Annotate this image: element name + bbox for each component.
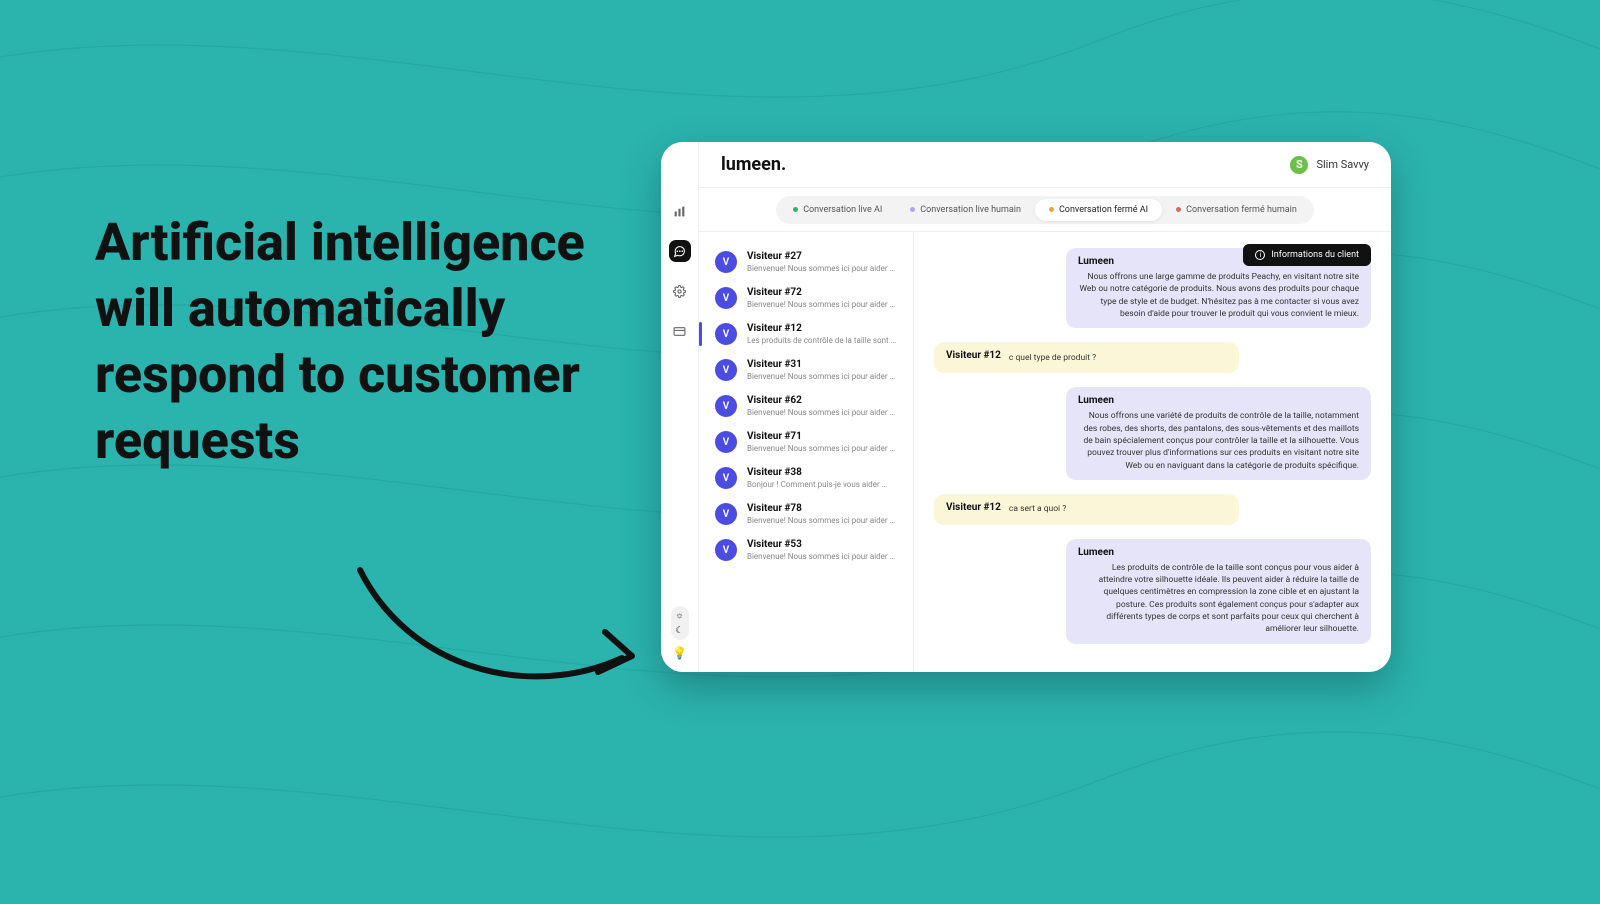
tab-label: Conversation fermé AI — [1059, 205, 1148, 215]
conversation-item[interactable]: V Visiteur #31 Bienvenue! Nous sommes ici … — [699, 352, 913, 388]
chat-panel: i Informations du client Lumeen Nous offr… — [914, 232, 1391, 672]
conversation-title: Visiteur #38 — [747, 467, 897, 478]
conversation-title: Visiteur #72 — [747, 287, 897, 298]
info-icon: i — [1255, 250, 1265, 260]
conversation-item[interactable]: V Visiteur #71 Bienvenue! Nous sommes ici … — [699, 424, 913, 460]
message-body: Nous offrons une variété de produits de … — [1078, 410, 1359, 472]
analytics-icon[interactable] — [669, 200, 691, 222]
conversation-title: Visiteur #71 — [747, 431, 897, 442]
user-message: Visiteur #12 c quel type de produit ? — [934, 342, 1239, 373]
client-info-label: Informations du client — [1271, 250, 1359, 260]
message-sender: Lumeen — [1078, 395, 1359, 406]
visitor-avatar: V — [715, 539, 737, 561]
conversation-title: Visiteur #78 — [747, 503, 897, 514]
visitor-avatar: V — [715, 287, 737, 309]
brand-logo: lumeen. — [721, 154, 786, 175]
visitor-avatar: V — [715, 431, 737, 453]
tab-3[interactable]: Conversation fermé humain — [1162, 199, 1311, 221]
status-dot — [793, 207, 798, 212]
message-body: Les produits de contrôle de la taille so… — [1078, 562, 1359, 636]
status-dot — [1049, 207, 1054, 212]
conversation-title: Visiteur #12 — [747, 323, 897, 334]
card-icon[interactable] — [669, 320, 691, 342]
conversation-item[interactable]: V Visiteur #12 Les produits de contrôle de… — [699, 316, 913, 352]
conversation-preview: Les produits de contrôle de la taille so… — [747, 336, 897, 345]
conversation-list[interactable]: V Visiteur #27 Bienvenue! Nous sommes ici … — [699, 232, 914, 672]
conversation-item[interactable]: V Visiteur #27 Bienvenue! Nous sommes ici … — [699, 244, 913, 280]
visitor-avatar: V — [715, 359, 737, 381]
theme-toggle[interactable]: ☼ ☾ — [671, 606, 689, 640]
user-name: Slim Savvy — [1316, 158, 1369, 171]
bot-message: Lumeen Les produits de contrôle de la tai… — [1066, 539, 1371, 644]
conversation-preview: Bienvenue! Nous sommes ici pour aider … — [747, 552, 897, 561]
conversation-title: Visiteur #31 — [747, 359, 897, 370]
conversation-item[interactable]: V Visiteur #62 Bienvenue! Nous sommes ici … — [699, 388, 913, 424]
conversation-item[interactable]: V Visiteur #38 Bonjour ! Comment puis-je v… — [699, 460, 913, 496]
user-message: Visiteur #12 ca sert a quoi ? — [934, 494, 1239, 525]
conversation-item[interactable]: V Visiteur #72 Bienvenue! Nous sommes ici … — [699, 280, 913, 316]
visitor-avatar: V — [715, 467, 737, 489]
main-panel: lumeen. S Slim Savvy Conversation live A… — [699, 142, 1391, 672]
conversation-preview: Bienvenue! Nous sommes ici pour aider … — [747, 444, 897, 453]
conversation-title: Visiteur #62 — [747, 395, 897, 406]
side-rail: ☼ ☾ 💡 — [661, 142, 699, 672]
message-body: c quel type de produit ? — [1009, 352, 1096, 364]
conversation-preview: Bienvenue! Nous sommes ici pour aider … — [747, 516, 897, 525]
conversation-preview: Bienvenue! Nous sommes ici pour aider … — [747, 300, 897, 309]
user-menu[interactable]: S Slim Savvy — [1290, 156, 1369, 174]
bot-message: Lumeen Nous offrons une variété de produi… — [1066, 387, 1371, 480]
conversation-preview: Bienvenue! Nous sommes ici pour aider … — [747, 264, 897, 273]
visitor-avatar: V — [715, 251, 737, 273]
visitor-avatar: V — [715, 323, 737, 345]
visitor-avatar: V — [715, 395, 737, 417]
conversation-item[interactable]: V Visiteur #78 Bienvenue! Nous sommes ici … — [699, 496, 913, 532]
message-body: ca sert a quoi ? — [1009, 503, 1066, 515]
topbar: lumeen. S Slim Savvy — [699, 142, 1391, 188]
visitor-avatar: V — [715, 503, 737, 525]
conversation-preview: Bienvenue! Nous sommes ici pour aider … — [747, 408, 897, 417]
status-dot — [910, 207, 915, 212]
arrow-illustration — [350, 550, 650, 720]
conversation-title: Visiteur #53 — [747, 539, 897, 550]
message-body: Nous offrons une large gamme de produits… — [1078, 271, 1359, 320]
tab-label: Conversation live humain — [920, 205, 1021, 215]
conversation-preview: Bienvenue! Nous sommes ici pour aider … — [747, 372, 897, 381]
gear-icon[interactable] — [669, 280, 691, 302]
message-sender: Visiteur #12 — [946, 350, 1001, 361]
sun-icon: ☼ — [675, 610, 683, 621]
app-window: ☼ ☾ 💡 lumeen. S Slim Savvy Conversation … — [661, 142, 1391, 672]
conversation-title: Visiteur #27 — [747, 251, 897, 262]
conversation-item[interactable]: V Visiteur #53 Bienvenue! Nous sommes ici … — [699, 532, 913, 568]
status-dot — [1176, 207, 1181, 212]
tab-0[interactable]: Conversation live AI — [779, 199, 896, 221]
tab-label: Conversation fermé humain — [1186, 205, 1297, 215]
filter-tabs-row: Conversation live AI Conversation live hu… — [699, 188, 1391, 232]
message-sender: Visiteur #12 — [946, 502, 1001, 513]
tab-1[interactable]: Conversation live humain — [896, 199, 1035, 221]
tab-2[interactable]: Conversation fermé AI — [1035, 199, 1162, 221]
message-sender: Lumeen — [1078, 547, 1359, 558]
filter-tabs: Conversation live AI Conversation live hu… — [776, 196, 1314, 224]
conversation-preview: Bonjour ! Comment puis-je vous aider … — [747, 480, 897, 489]
client-info-button[interactable]: i Informations du client — [1243, 244, 1371, 266]
tab-label: Conversation live AI — [803, 205, 882, 215]
headline-text: Artificial intelligence will automatical… — [95, 210, 605, 474]
lightbulb-icon[interactable]: 💡 — [672, 646, 687, 660]
chat-icon[interactable] — [669, 240, 691, 262]
moon-icon: ☾ — [675, 626, 683, 636]
user-avatar: S — [1290, 156, 1308, 174]
